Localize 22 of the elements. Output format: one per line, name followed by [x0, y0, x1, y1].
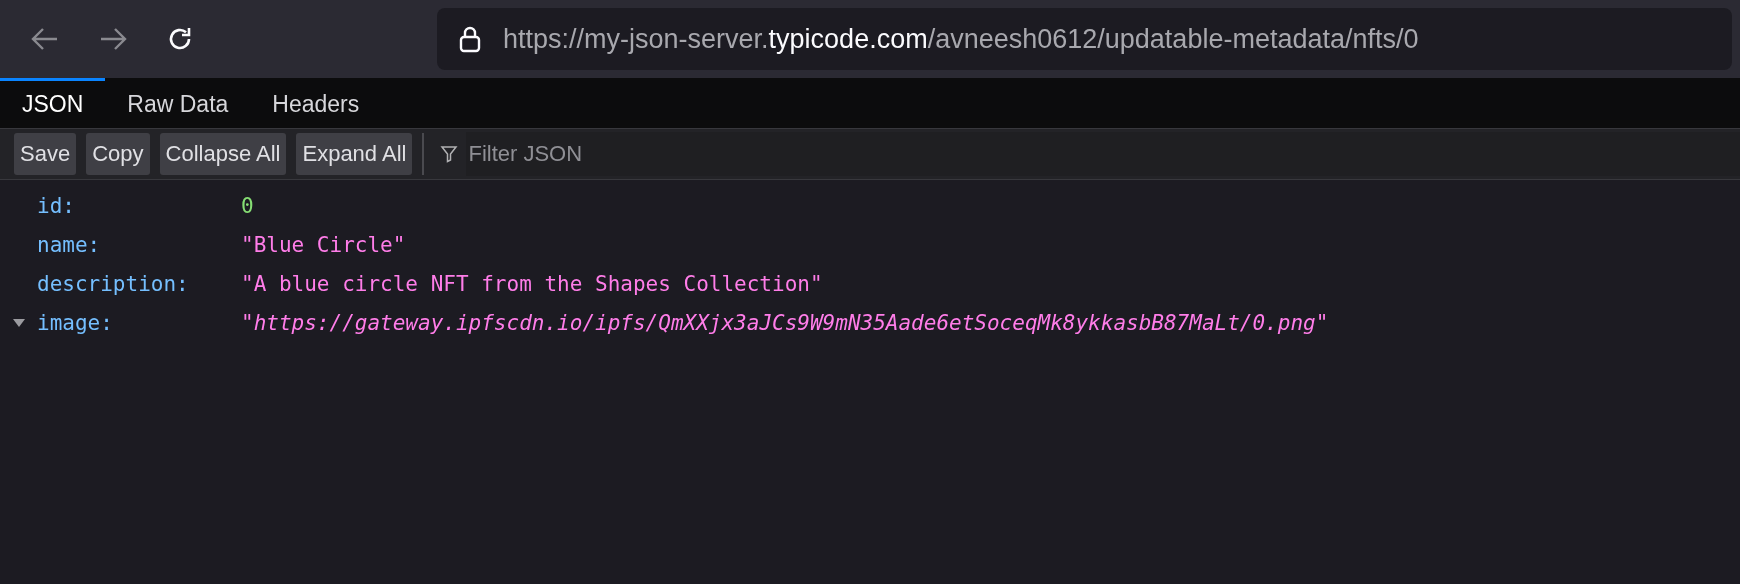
toolbar-button[interactable]: Save [14, 133, 77, 175]
lock-icon [459, 25, 481, 53]
toolbar-button[interactable]: Collapse All [159, 133, 287, 175]
address-bar[interactable]: https://my-json-server.typicode.com/avneesh0612/updatable-metadata/nfts/0 [437, 8, 1732, 70]
json-key: image: [37, 310, 241, 335]
filter-field[interactable]: Filter JSON [466, 132, 1740, 176]
json-value: "A blue circle NFT from the Shapes Collection" [241, 271, 823, 296]
filter-icon [440, 145, 459, 163]
json-key: description: [37, 271, 241, 296]
forward-icon[interactable] [98, 26, 128, 52]
json-value: "Blue Circle" [241, 232, 406, 257]
toolbar-button[interactable]: Expand All [296, 133, 413, 175]
toolbar-button[interactable]: Copy [86, 133, 150, 175]
json-value: "https://gateway.ipfscdn.io/ipfs/QmXXjx3aJCs9W9mN35Aade6etSoceqMk8ykkasbB87MaLt/0.png" [241, 310, 1329, 335]
expand-arrow-icon[interactable] [11, 317, 26, 328]
json-key: id: [37, 193, 241, 218]
tab[interactable]: Headers [250, 78, 382, 128]
url-text: https://my-json-server.typicode.com/avneesh0612/updatable-metadata/nfts/0 [503, 23, 1419, 55]
back-icon[interactable] [30, 26, 60, 52]
tab[interactable]: Raw Data [105, 78, 251, 128]
json-key: name: [37, 232, 241, 257]
json-value: 0 [241, 193, 254, 218]
